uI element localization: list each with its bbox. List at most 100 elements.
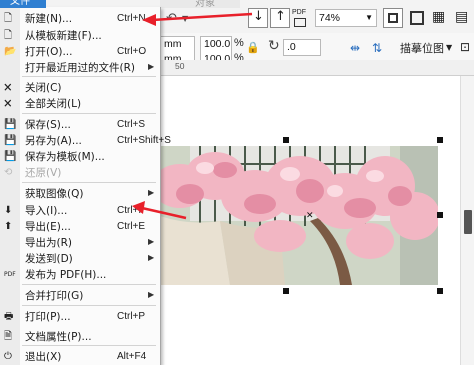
menu-item-label: 获取图像(Q)	[25, 188, 84, 200]
menu-item-label: 导入(I)...	[25, 205, 68, 217]
menu-item-label: 另存为(A)...	[25, 135, 82, 147]
menu-item-label: 退出(X)	[25, 351, 62, 363]
close-all-icon: 🗙	[4, 98, 12, 109]
save-icon: 💾	[4, 119, 17, 130]
file-menu-tab[interactable]: 文件	[0, 0, 46, 8]
menu-separator	[22, 76, 156, 77]
menu-item-shortcut: Ctrl+E	[117, 221, 146, 232]
new-document-icon: 🗋	[4, 13, 13, 24]
menu-item-20[interactable]: ⏻ 退出(X) Alt+F4	[0, 349, 160, 365]
save-as-template-icon: 💾	[4, 151, 17, 162]
guidelines-toggle-button[interactable]: ▤	[455, 8, 474, 28]
zoom-level-field[interactable]: 74% ▼	[315, 9, 377, 27]
trace-bitmap-button[interactable]: 描摹位图	[400, 40, 444, 56]
menu-separator	[22, 113, 156, 114]
scrollbar-thumb[interactable]	[464, 210, 472, 234]
menu-item-2[interactable]: 🗋 从模板新建(F)...	[0, 28, 160, 44]
menu-item-1[interactable]: 🗋 新建(N)... Ctrl+N	[0, 11, 160, 27]
menu-item-4[interactable]: 打开最近用过的文件(R) ▶	[0, 60, 160, 76]
new-from-template-icon: 🗋	[4, 30, 13, 41]
export-icon: ⬆	[4, 221, 13, 232]
trace-dropdown-icon[interactable]: ▼	[446, 43, 452, 52]
menu-item-label: 从模板新建(F)...	[25, 30, 102, 42]
menu-item-10[interactable]: ⟲ 还原(V)	[0, 165, 160, 181]
rotation-icon: ↻	[268, 38, 280, 54]
scale-x-field[interactable]: 100.0	[200, 36, 232, 53]
menu-item-18[interactable]: 🖶 打印(P)... Ctrl+P	[0, 309, 160, 325]
menu-item-label: 保存为模板(M)...	[25, 151, 105, 163]
pdf-icon: PDF	[4, 271, 16, 278]
menu-item-3[interactable]: 📂 打开(O)... Ctrl+O	[0, 44, 160, 60]
menu-separator	[22, 345, 156, 346]
center-mark-icon: ✕	[306, 211, 314, 221]
rotation-field[interactable]: .0	[283, 39, 321, 56]
mirror-horizontal-icon[interactable]: ⇹	[350, 41, 360, 55]
submenu-arrow-icon: ▶	[148, 62, 155, 71]
open-folder-icon: 📂	[4, 46, 17, 57]
selection-handle-right-middle[interactable]	[437, 212, 443, 218]
menu-item-shortcut: Alt+F4	[117, 351, 147, 362]
menu-item-label: 全部关闭(L)	[25, 98, 82, 110]
menu-item-shortcut: Ctrl+O	[117, 46, 147, 57]
menu-item-14[interactable]: 导出为(R) ▶	[0, 235, 160, 251]
menu-item-label: 打开最近用过的文件(R)	[25, 62, 135, 74]
menu-item-label: 还原(V)	[25, 167, 62, 179]
submenu-arrow-icon: ▶	[148, 237, 155, 246]
menu-item-shortcut: Ctrl+Shift+S	[117, 135, 171, 146]
menu-item-15[interactable]: 发送到(D) ▶	[0, 251, 160, 267]
blossom-photo-image	[160, 146, 438, 285]
menu-item-label: 导出(E)...	[25, 221, 71, 233]
annotation-arrow-import	[132, 201, 187, 220]
selection-handle-top-right[interactable]	[437, 137, 443, 143]
selection-handle-top-middle[interactable]	[283, 137, 289, 143]
menu-item-7[interactable]: 💾 保存(S)... Ctrl+S	[0, 117, 160, 133]
menu-item-label: 保存(S)...	[25, 119, 71, 131]
document-properties-icon: 🗎	[4, 331, 13, 342]
menu-item-9[interactable]: 💾 保存为模板(M)...	[0, 149, 160, 165]
lock-ratio-icon[interactable]: 🔒	[246, 41, 260, 54]
menu-separator	[22, 182, 156, 183]
submenu-arrow-icon: ▶	[148, 290, 155, 299]
mirror-vertical-icon[interactable]: ⇅	[372, 41, 382, 55]
menu-item-label: 新建(N)...	[25, 13, 73, 25]
menu-item-19[interactable]: 🗎 文档属性(P)...	[0, 329, 160, 345]
pdf-toolbar-button[interactable]: PDF	[292, 9, 310, 27]
menu-separator	[22, 284, 156, 285]
save-as-icon: 💾	[4, 135, 17, 146]
submenu-arrow-icon: ▶	[148, 188, 155, 197]
selection-handle-bottom-right[interactable]	[437, 288, 443, 294]
ruler-tick-label: 50	[175, 61, 185, 71]
menu-item-shortcut: Ctrl+S	[117, 119, 146, 130]
selection-handle-bottom-middle[interactable]	[283, 288, 289, 294]
import-icon: ⬇	[4, 205, 13, 216]
print-icon: 🖶	[4, 311, 14, 322]
close-document-icon: 🗙	[4, 82, 12, 93]
menu-item-label: 关闭(C)	[25, 82, 62, 94]
horizontal-ruler[interactable]	[160, 60, 474, 76]
percent-sign: %	[234, 37, 244, 49]
menu-item-17[interactable]: 合并打印(G) ▶	[0, 288, 160, 304]
width-field[interactable]: mm	[160, 36, 195, 53]
menu-item-label: 导出为(R)	[25, 237, 72, 249]
blossom-photo[interactable]	[160, 146, 438, 285]
export-toolbar-button[interactable]: ↑	[270, 8, 290, 28]
menu-item-6[interactable]: 🗙 全部关闭(L)	[0, 96, 160, 112]
exit-icon: ⏻	[4, 351, 12, 362]
crop-icon[interactable]: ⊡	[460, 40, 470, 54]
annotation-arrow-new	[142, 12, 253, 26]
menu-item-label: 发布为 PDF(H)...	[25, 269, 107, 281]
full-screen-button[interactable]	[383, 8, 403, 28]
menu-item-label: 打开(O)...	[25, 46, 73, 58]
menu-item-8[interactable]: 💾 另存为(A)... Ctrl+Shift+S	[0, 133, 171, 149]
revert-icon: ⟲	[4, 167, 13, 178]
menu-item-16[interactable]: PDF 发布为 PDF(H)...	[0, 267, 160, 283]
grid-toggle-button[interactable]: ▦	[432, 8, 452, 28]
menu-item-label: 合并打印(G)	[25, 290, 84, 302]
menu-item-5[interactable]: 🗙 关闭(C)	[0, 80, 160, 96]
menu-item-label: 发送到(D)	[25, 253, 73, 265]
menu-item-label: 打印(P)...	[25, 311, 71, 323]
menu-item-shortcut: Ctrl+P	[117, 311, 146, 322]
rulers-toggle-button[interactable]	[408, 8, 428, 28]
submenu-arrow-icon: ▶	[148, 253, 155, 262]
pdf-label: PDF	[292, 9, 306, 16]
